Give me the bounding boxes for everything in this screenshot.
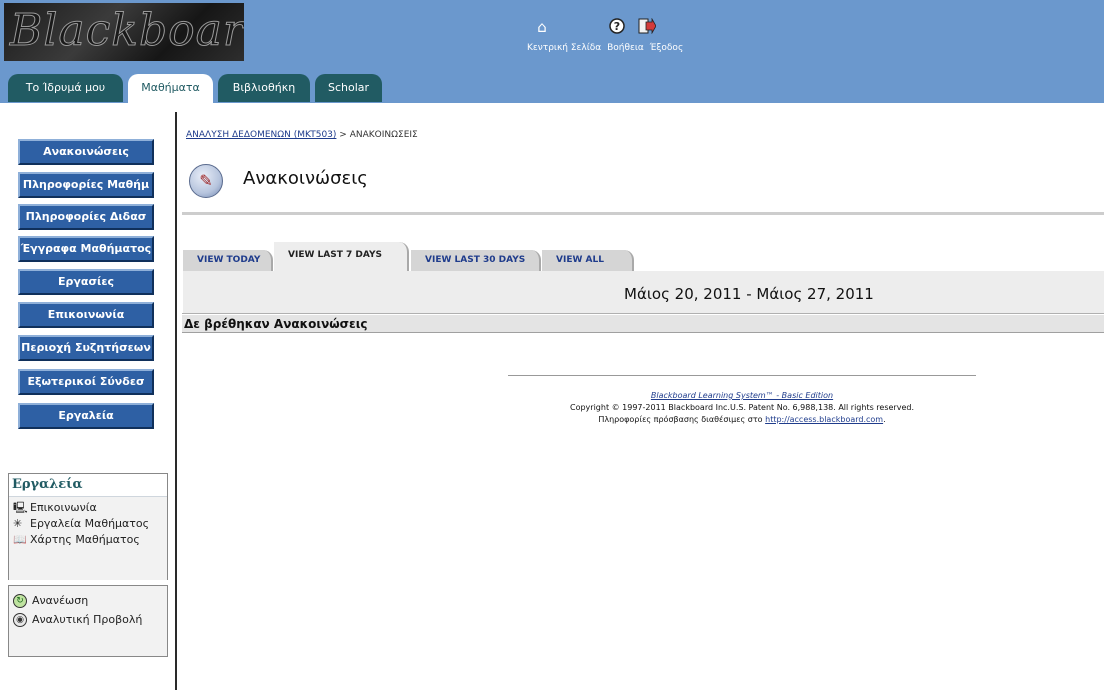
- refresh-action[interactable]: ↻ Ανανέωση: [13, 594, 167, 608]
- communication-icon: 🖳: [13, 501, 28, 514]
- access-info: Πληροφορίες πρόσβασης διαθέσιμες στο htt…: [508, 414, 976, 426]
- access-link[interactable]: http://access.blackboard.com: [765, 415, 883, 424]
- nav-button-announcements[interactable]: Ανακοινώσεις: [18, 139, 154, 165]
- breadcrumb-course-link[interactable]: ΑΝΑΛΥΣΗ ΔΕΔΟΜΕΝΩΝ (MKT503): [186, 130, 336, 140]
- top-nav-labels: Κεντρική Σελίδα Βοήθεια Έξοδος: [527, 43, 686, 53]
- date-divider: [182, 313, 1104, 314]
- nav-button-course-info[interactable]: Πληροφορίες Μαθήμ: [18, 172, 154, 198]
- date-range: Μάιος 20, 2011 - Μάιος 27, 2011: [624, 285, 874, 303]
- copyright-text: Copyright © 1997-2011 Blackboard Inc.U.S…: [569, 403, 914, 412]
- blackboard-logo[interactable]: Blackboard: [4, 3, 244, 61]
- tools-panel: Εργαλεία 🖳 Επικοινωνία ✳ Εργαλεία Μαθήμα…: [8, 473, 168, 580]
- tool-item-label: Χάρτης Μαθήματος: [30, 533, 140, 546]
- nav-button-course-documents[interactable]: Έγγραφα Μαθήματος: [18, 236, 154, 262]
- tab-view-all[interactable]: VIEW ALL: [542, 250, 634, 271]
- home-link[interactable]: Κεντρική Σελίδα: [527, 43, 601, 53]
- exit-link[interactable]: Έξοδος: [650, 43, 684, 53]
- course-tools-icon: ✳: [13, 517, 23, 530]
- logo-text: Blackboard: [9, 5, 244, 57]
- tab-view-last-30-days[interactable]: VIEW LAST 30 DAYS: [411, 250, 541, 271]
- tab-scholar[interactable]: Scholar: [315, 74, 382, 102]
- tool-item-label: Εργαλεία Μαθήματος: [30, 517, 150, 530]
- footer: Blackboard Learning System™ - Basic Edit…: [508, 390, 976, 426]
- footer-divider: [508, 375, 976, 376]
- vertical-divider: [175, 112, 177, 690]
- refresh-icon: ↻: [13, 594, 27, 608]
- tab-view-today[interactable]: VIEW TODAY: [183, 250, 273, 271]
- nav-button-staff-info[interactable]: Πληροφορίες Διδασ: [18, 204, 154, 230]
- detail-view-icon: ◉: [13, 613, 27, 627]
- nav-button-assignments[interactable]: Εργασίες: [18, 269, 154, 295]
- tab-my-institution[interactable]: Το Ίδρυμά μου: [8, 74, 123, 102]
- nav-button-external-links[interactable]: Εξωτερικοί Σύνδεσ: [18, 369, 154, 395]
- tab-view-last-7-days[interactable]: VIEW LAST 7 DAYS: [274, 242, 409, 271]
- view-filter-tabs: VIEW TODAY VIEW LAST 7 DAYS VIEW LAST 30…: [183, 242, 1104, 271]
- announcements-icon: ✎: [189, 164, 223, 198]
- help-icon[interactable]: ?: [608, 18, 626, 36]
- top-navigation: ⌂ ? Κεντρική Σελίδα Βοήθεια Έξοδος: [521, 17, 711, 62]
- tool-item-course-map[interactable]: 📖 Χάρτης Μαθήματος: [13, 533, 167, 546]
- empty-message: Δε βρέθηκαν Ανακοινώσεις: [182, 315, 1104, 333]
- breadcrumb-current: ΑΝΑΚΟΙΝΩΣΕΙΣ: [349, 130, 418, 140]
- product-link[interactable]: Blackboard Learning System™ - Basic Edit…: [651, 391, 833, 400]
- help-link[interactable]: Βοήθεια: [607, 43, 644, 53]
- tool-item-label: Επικοινωνία: [30, 501, 97, 514]
- breadcrumb: ΑΝΑΛΥΣΗ ΔΕΔΟΜΕΝΩΝ (MKT503) > ΑΝΑΚΟΙΝΩΣΕΙ…: [186, 130, 418, 140]
- access-prefix: Πληροφορίες πρόσβασης διαθέσιμες στο: [598, 415, 763, 424]
- tab-courses[interactable]: Μαθήματα: [128, 74, 213, 103]
- tools-panel-body: 🖳 Επικοινωνία ✳ Εργαλεία Μαθήματος 📖 Χάρ…: [9, 497, 167, 580]
- course-map-icon: 📖: [13, 533, 27, 546]
- top-header: Blackboard ⌂ ? Κεντρική Σελίδα Βοήθεια Έ…: [0, 0, 1104, 103]
- nav-button-tools[interactable]: Εργαλεία: [18, 403, 154, 429]
- refresh-label: Ανανέωση: [32, 594, 89, 607]
- exit-icon[interactable]: [638, 17, 657, 36]
- access-suffix: .: [883, 415, 886, 424]
- tools-panel-title: Εργαλεία: [9, 474, 167, 497]
- date-range-band: Μάιος 20, 2011 - Μάιος 27, 2011: [183, 271, 1104, 313]
- detail-view-action[interactable]: ◉ Αναλυτική Προβολή: [13, 613, 167, 627]
- svg-text:?: ?: [614, 20, 620, 33]
- page-title: Ανακοινώσεις: [243, 168, 368, 189]
- tool-item-course-tools[interactable]: ✳ Εργαλεία Μαθήματος: [13, 517, 167, 530]
- title-divider: [182, 212, 1104, 215]
- tool-item-communication[interactable]: 🖳 Επικοινωνία: [13, 501, 167, 514]
- nav-button-communication[interactable]: Επικοινωνία: [18, 302, 154, 328]
- tab-library[interactable]: Βιβλιοθήκη: [218, 74, 310, 102]
- breadcrumb-separator: >: [339, 130, 347, 140]
- detail-view-label: Αναλυτική Προβολή: [32, 613, 143, 626]
- home-icon[interactable]: ⌂: [533, 18, 551, 36]
- view-actions-panel: ↻ Ανανέωση ◉ Αναλυτική Προβολή: [8, 585, 168, 657]
- nav-button-discussion-board[interactable]: Περιοχή Συζητήσεων: [18, 335, 154, 361]
